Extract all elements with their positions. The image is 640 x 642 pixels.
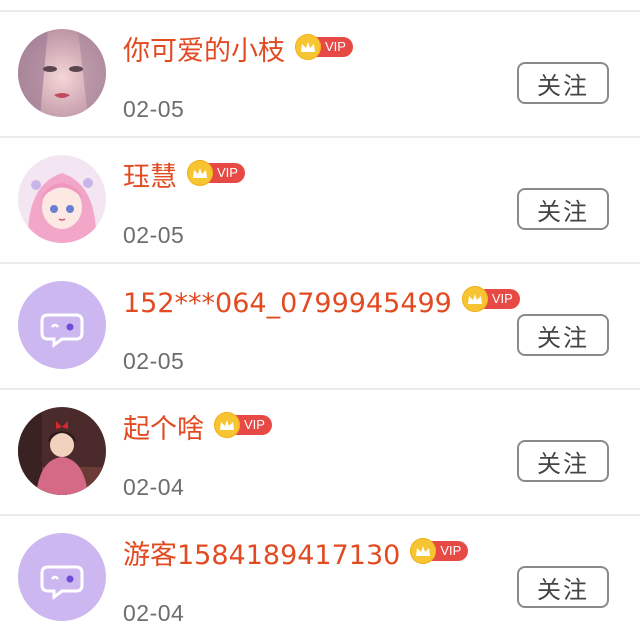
- crown-icon: [214, 412, 240, 438]
- list-item-user[interactable]: 游客1584189417130 VIP 02-04 关注: [0, 516, 640, 642]
- photo-avatar-icon: [18, 29, 106, 117]
- username[interactable]: 152***064_0799945499 VIP: [123, 286, 520, 322]
- avatar[interactable]: [18, 281, 106, 369]
- default-chat-avatar-icon: [18, 533, 106, 621]
- anime-avatar-icon: [18, 155, 106, 243]
- follow-date: 02-05: [123, 348, 185, 374]
- follow-button[interactable]: 关注: [517, 188, 609, 230]
- follow-date: 02-04: [123, 600, 185, 626]
- avatar[interactable]: [18, 533, 106, 621]
- vip-badge: VIP: [461, 286, 520, 312]
- username[interactable]: 起个啥 VIP: [123, 412, 272, 448]
- list-item-user[interactable]: 珏慧 VIP 02-05 关注: [0, 138, 640, 264]
- avatar[interactable]: [18, 29, 106, 117]
- crown-icon: [461, 286, 488, 312]
- crown-icon: [295, 34, 321, 60]
- list-item-user[interactable]: 152***064_0799945499 VIP 02-05 关注: [0, 264, 640, 390]
- follow-date: 02-05: [123, 96, 185, 122]
- follow-date: 02-04: [123, 474, 185, 500]
- follow-button[interactable]: 关注: [517, 314, 609, 356]
- avatar[interactable]: [18, 155, 106, 243]
- user-list: 你可爱的小枝 VIP 02-05 关注 珏慧 VIP 02-05 关注 152*…: [0, 0, 640, 638]
- vip-badge: VIP: [214, 412, 272, 438]
- username[interactable]: 你可爱的小枝 VIP: [123, 34, 353, 70]
- vip-badge: VIP: [410, 538, 469, 564]
- list-item-user[interactable]: 你可爱的小枝 VIP 02-05 关注: [0, 12, 640, 138]
- vip-badge: VIP: [295, 34, 353, 60]
- avatar[interactable]: [18, 407, 106, 495]
- follow-date: 02-05: [123, 222, 185, 248]
- follow-button[interactable]: 关注: [517, 440, 609, 482]
- username[interactable]: 珏慧 VIP: [123, 160, 245, 196]
- vip-badge: VIP: [187, 160, 245, 186]
- follow-button[interactable]: 关注: [517, 62, 609, 104]
- default-chat-avatar-icon: [18, 281, 106, 369]
- username[interactable]: 游客1584189417130 VIP: [123, 538, 469, 574]
- crown-icon: [187, 160, 213, 186]
- follow-button[interactable]: 关注: [517, 566, 609, 608]
- anime-avatar-icon: [18, 407, 106, 495]
- list-item-user[interactable]: 起个啥 VIP 02-04 关注: [0, 390, 640, 516]
